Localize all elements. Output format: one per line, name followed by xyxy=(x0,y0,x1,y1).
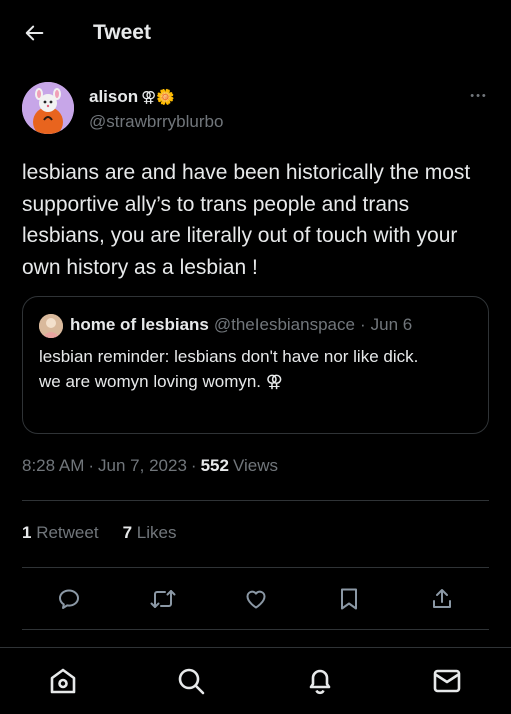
reply-button[interactable] xyxy=(56,586,82,612)
divider xyxy=(22,629,489,630)
nav-search[interactable] xyxy=(176,666,206,696)
retweets-label: Retweet xyxy=(36,523,99,542)
quote-separator: · xyxy=(359,315,366,334)
tweet-author: alison ⚢🌼 @strawbrryblurbo ••• xyxy=(22,82,492,137)
quote-avatar xyxy=(39,314,63,338)
author-display-name[interactable]: alison ⚢🌼 xyxy=(89,87,175,107)
retweets-count: 1 xyxy=(22,523,32,542)
bookmark-button[interactable] xyxy=(336,586,362,612)
notifications-icon xyxy=(309,669,331,695)
quote-header: home of lesbians @theIesbianspace · Jun … xyxy=(70,315,412,335)
tweet-date: Jun 7, 2023 xyxy=(98,456,187,475)
author-name-text: alison xyxy=(89,87,139,106)
views-label: Views xyxy=(232,456,278,475)
nav-notifications[interactable] xyxy=(305,666,335,696)
meta-separator: · xyxy=(88,456,95,475)
like-button[interactable] xyxy=(243,586,269,612)
more-horizontal-icon: ••• xyxy=(470,90,488,102)
nav-home[interactable] xyxy=(48,666,78,696)
top-bar: Tweet xyxy=(0,0,511,66)
like-icon xyxy=(246,590,266,609)
home-icon xyxy=(50,668,76,694)
author-handle[interactable]: @strawbrryblurbo xyxy=(89,112,223,132)
avatar[interactable] xyxy=(22,82,74,134)
bottom-navigation xyxy=(0,647,511,714)
meta-separator: · xyxy=(190,456,197,475)
reply-icon xyxy=(59,589,79,609)
tweet-time: 8:28 AM xyxy=(22,456,85,475)
quote-author-name: home of lesbians xyxy=(70,315,209,334)
quote-date: Jun 6 xyxy=(370,315,413,334)
divider xyxy=(22,567,489,568)
nav-messages[interactable] xyxy=(432,666,462,696)
page-title: Tweet xyxy=(93,21,151,44)
share-button[interactable] xyxy=(429,586,455,612)
likes-label: Likes xyxy=(136,523,177,542)
tweet-metadata: 8:28 AM · Jun 7, 2023 · 552 Views xyxy=(22,456,278,476)
divider xyxy=(22,500,489,501)
messages-icon xyxy=(433,669,461,693)
author-name-emojis: ⚢🌼 xyxy=(141,89,175,106)
bookmark-icon xyxy=(341,588,357,610)
likes-count: 7 xyxy=(122,523,133,542)
quote-text: lesbian reminder: lesbians don't have no… xyxy=(39,347,419,391)
tweet-text: lesbians are and have been historically … xyxy=(22,161,471,279)
quoted-tweet[interactable]: home of lesbians @theIesbianspace · Jun … xyxy=(22,296,489,434)
engagement-stats: 1 Retweet 7 Likes xyxy=(22,523,176,543)
views-count: 552 xyxy=(200,456,229,475)
arrow-left-icon xyxy=(25,25,44,41)
retweets-stat[interactable]: 1 Retweet xyxy=(22,523,99,543)
retweet-button[interactable] xyxy=(150,586,176,612)
more-options-button[interactable]: ••• xyxy=(466,86,492,106)
search-icon xyxy=(178,668,205,695)
share-icon xyxy=(433,589,451,608)
likes-stat[interactable]: 7 Likes xyxy=(123,523,177,543)
tweet-actions xyxy=(22,580,489,618)
quote-author-handle: @theIesbianspace xyxy=(213,315,355,334)
back-button[interactable] xyxy=(20,18,50,48)
retweet-icon xyxy=(150,590,176,608)
